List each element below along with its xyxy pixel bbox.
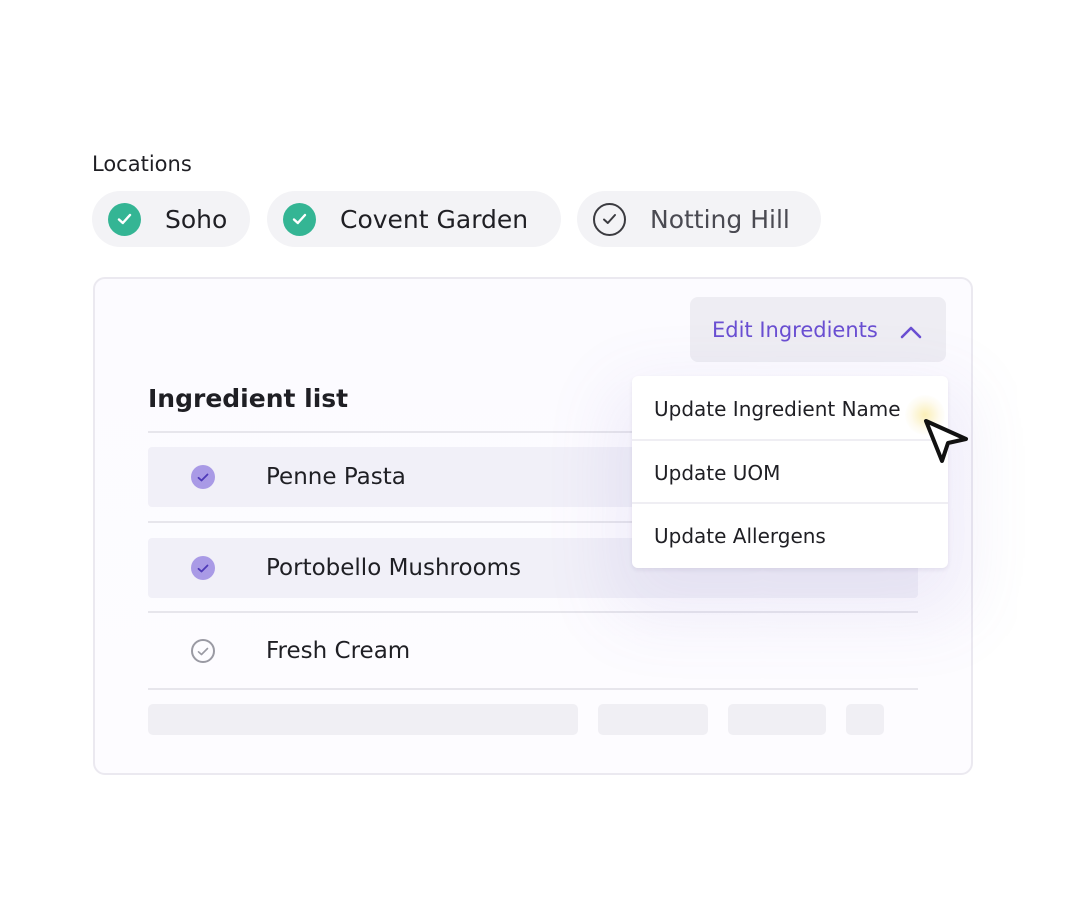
mouse-pointer-icon (922, 417, 970, 469)
ingredient-name: Penne Pasta (266, 464, 406, 490)
location-chip-label: Notting Hill (650, 204, 790, 234)
menu-item-label: Update Ingredient Name (654, 397, 901, 421)
skeleton-placeholder (846, 704, 884, 735)
divider (148, 611, 918, 613)
divider (148, 688, 918, 690)
check-circle-icon (108, 202, 141, 236)
row-check-icon[interactable] (191, 465, 215, 489)
row-check-icon[interactable] (191, 556, 215, 580)
edit-ingredients-button[interactable]: Edit Ingredients (690, 297, 946, 362)
ingredient-name: Portobello Mushrooms (266, 555, 522, 581)
location-chip-covent-garden[interactable]: Covent Garden (267, 191, 561, 247)
ingredient-row[interactable]: Fresh Cream (148, 621, 918, 681)
stage: Locations Soho Covent Garden Notting Hil… (0, 0, 1066, 918)
location-chip-notting-hill[interactable]: Notting Hill (577, 191, 821, 247)
check-circle-outline-icon (593, 202, 626, 236)
locations-label: Locations (92, 152, 192, 176)
menu-divider (632, 439, 948, 441)
check-circle-icon (283, 202, 316, 236)
location-chip-label: Covent Garden (340, 204, 529, 234)
chevron-up-icon (900, 320, 922, 344)
menu-divider (632, 502, 948, 504)
skeleton-placeholder (148, 704, 578, 735)
menu-item-label: Update Allergens (654, 524, 826, 548)
menu-item-update-allergens[interactable]: Update Allergens (632, 505, 948, 567)
edit-ingredients-dropdown: Update Ingredient Name Update UOM Update… (632, 376, 948, 568)
menu-item-update-uom[interactable]: Update UOM (632, 442, 948, 504)
menu-item-update-ingredient-name[interactable]: Update Ingredient Name (632, 378, 948, 440)
skeleton-placeholder (598, 704, 708, 735)
skeleton-placeholder (728, 704, 826, 735)
location-chip-label: Soho (165, 204, 228, 234)
row-check-outline-icon[interactable] (191, 639, 215, 663)
ingredient-name: Fresh Cream (266, 638, 411, 664)
location-chip-soho[interactable]: Soho (92, 191, 250, 247)
ingredient-list-title: Ingredient list (148, 384, 349, 413)
edit-ingredients-label: Edit Ingredients (712, 317, 878, 342)
menu-item-label: Update UOM (654, 461, 781, 485)
